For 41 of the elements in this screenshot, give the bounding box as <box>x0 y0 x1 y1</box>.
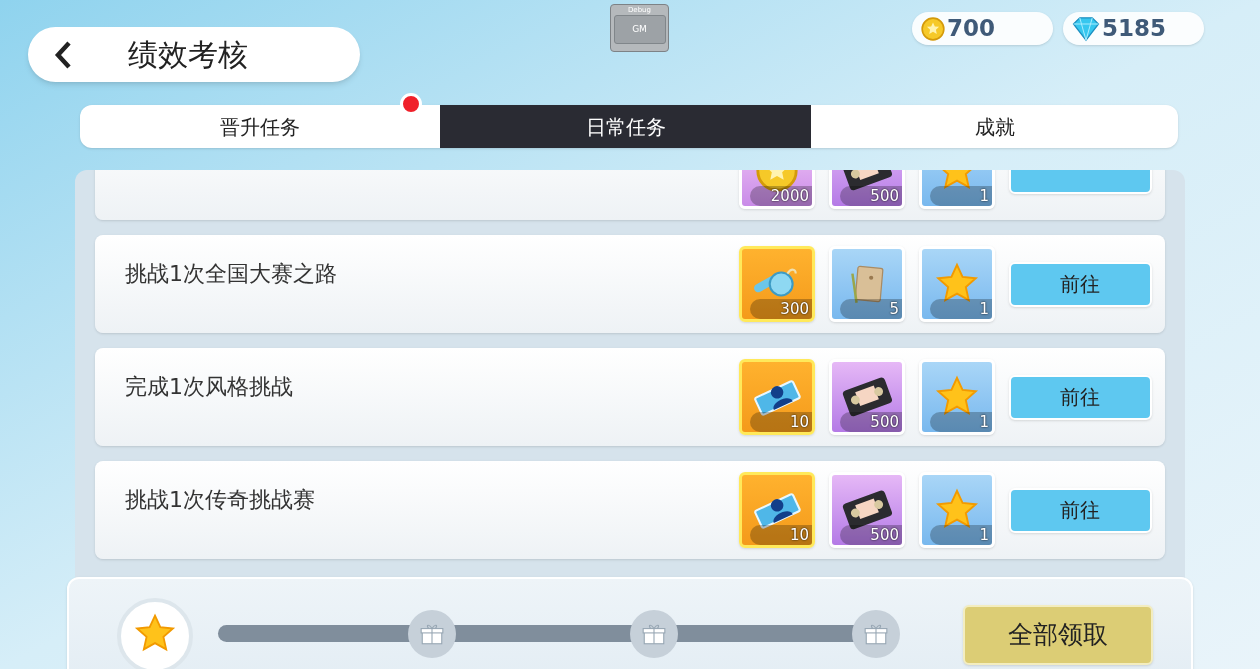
tab[interactable]: 晋升任务 <box>80 105 440 148</box>
go-button[interactable]: 前往 <box>1008 261 1152 307</box>
coin-icon <box>920 15 946 42</box>
tab[interactable]: 成就 <box>811 105 1178 148</box>
reward-tile[interactable]: 10 <box>739 472 815 548</box>
reward-count: 1 <box>930 412 992 432</box>
reward-count: 500 <box>840 186 902 206</box>
go-button[interactable]: 前往 <box>1008 487 1152 533</box>
reward-count: 5 <box>840 299 902 319</box>
reward-tile[interactable]: 10 <box>739 359 815 435</box>
reward-tile[interactable]: 5 <box>829 246 905 322</box>
claim-all-button[interactable]: 全部领取 <box>963 605 1153 665</box>
reward-count: 2000 <box>750 186 812 206</box>
page-title: 绩效考核 <box>128 36 248 74</box>
back-icon <box>53 39 73 70</box>
reward-tile[interactable]: 500 <box>829 472 905 548</box>
reward-count: 1 <box>930 525 992 545</box>
diamond-icon <box>1071 15 1101 42</box>
reward-tile[interactable]: 1 <box>919 359 995 435</box>
task-title: 完成1次风格挑战 <box>125 374 293 399</box>
reward-count: 10 <box>750 525 812 545</box>
currency-amount: 5185 <box>1102 14 1166 44</box>
task-title: 挑战1次传奇挑战赛 <box>125 487 315 512</box>
currency-amount: 700 <box>947 14 995 44</box>
reward-tile[interactable]: 500 <box>829 170 905 209</box>
reward-tile[interactable]: 500 <box>829 359 905 435</box>
task-title: 挑战1次全国大赛之路 <box>125 261 337 286</box>
reward-count: 500 <box>840 412 902 432</box>
reward-tile[interactable]: 300 <box>739 246 815 322</box>
reward-count: 300 <box>750 299 812 319</box>
reward-count: 1 <box>930 299 992 319</box>
reward-tile[interactable]: 1 <box>919 246 995 322</box>
reward-tile[interactable]: 2000 <box>739 170 815 209</box>
reward-count: 500 <box>840 525 902 545</box>
reward-count: 10 <box>750 412 812 432</box>
reward-tile[interactable]: 1 <box>919 170 995 209</box>
reward-tile[interactable]: 1 <box>919 472 995 548</box>
gm-button[interactable]: GM <box>613 15 666 44</box>
tab[interactable]: 日常任务 <box>440 105 811 148</box>
go-button[interactable]: 前往 <box>1008 374 1152 420</box>
reward-count: 1 <box>930 186 992 206</box>
